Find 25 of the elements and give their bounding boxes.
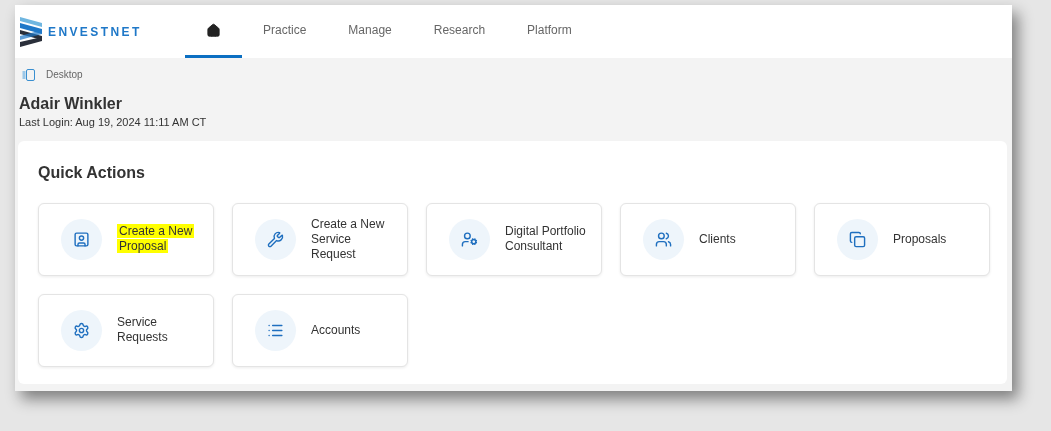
quick-action-tile[interactable]: Service Requests: [38, 293, 214, 367]
person-card-icon: [73, 230, 90, 248]
people-icon: [655, 230, 672, 248]
copy-icon: [849, 230, 866, 248]
user-name: Adair Winkler: [18, 94, 123, 114]
quick-action-tile[interactable]: Create a New Service Request: [232, 202, 408, 276]
brand-name: ENVESTNET: [48, 23, 142, 41]
nav-tab[interactable]: Practice: [242, 5, 328, 58]
quick-action-tile[interactable]: Clients: [620, 202, 796, 276]
quick-action-tile[interactable]: Proposals: [814, 202, 990, 276]
section-title: Quick Actions: [38, 162, 146, 183]
breadcrumb[interactable]: Desktop: [46, 67, 83, 82]
logo-icon: [20, 16, 42, 47]
quick-action-tile[interactable]: Create a New Proposal: [38, 202, 214, 276]
person-gear-icon: [461, 230, 478, 248]
settings-icon: [73, 321, 90, 339]
quick-action-tile[interactable]: Accounts: [232, 293, 408, 367]
desktop-icon: [22, 68, 36, 81]
last-login: Last Login: Aug 19, 2024 11:11 AM CT: [18, 115, 208, 130]
wrench-icon: [267, 230, 284, 248]
nav-tab[interactable]: Manage: [327, 5, 413, 58]
nav-tab[interactable]: Research: [412, 5, 507, 58]
nav-tab[interactable]: Platform: [506, 5, 593, 58]
quick-action-tile[interactable]: Digital Portfolio Consultant: [426, 202, 602, 276]
home-icon: [206, 22, 221, 38]
